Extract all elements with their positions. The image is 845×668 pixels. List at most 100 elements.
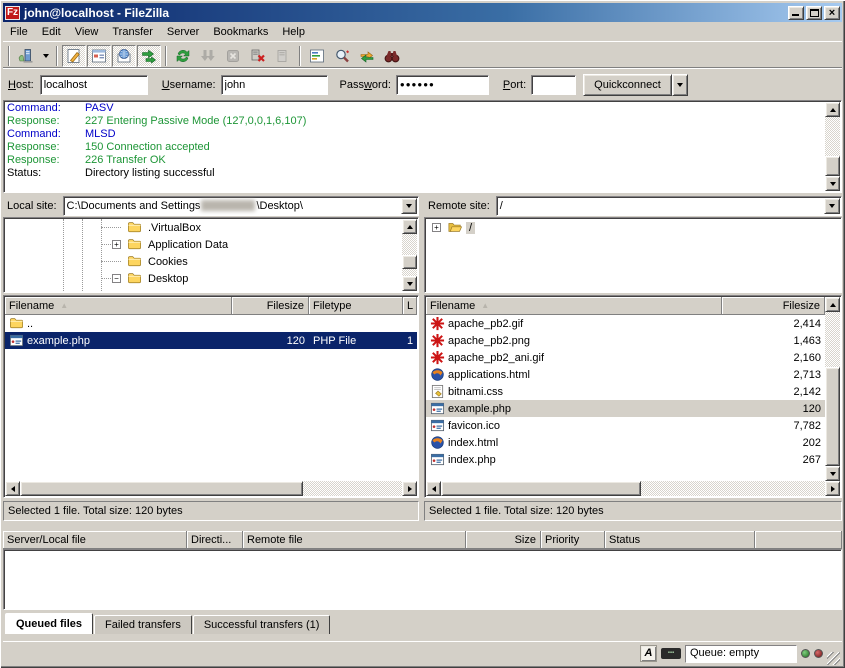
- expander-minus-icon[interactable]: −: [112, 274, 121, 283]
- toggle-local-tree-button[interactable]: [87, 45, 111, 67]
- scroll-up-button[interactable]: [825, 102, 840, 117]
- menu-item-transfer[interactable]: Transfer: [105, 24, 160, 40]
- scrollbar-thumb[interactable]: [20, 481, 303, 496]
- column-header-filesize[interactable]: Filesize: [722, 297, 825, 315]
- log-line-label: Response:: [7, 154, 85, 167]
- column-header-filename[interactable]: Filename▲: [426, 297, 722, 315]
- filename-text: apache_pb2_ani.gif: [448, 352, 544, 364]
- site-manager-dropdown[interactable]: [39, 45, 52, 67]
- scroll-right-button[interactable]: [825, 481, 840, 496]
- remote-site-combo[interactable]: /: [496, 196, 842, 216]
- toggle-queue-button[interactable]: [137, 45, 161, 67]
- local-site-combo-dropdown[interactable]: [401, 198, 417, 214]
- maximize-button[interactable]: [806, 6, 822, 20]
- toggle-message-log-button[interactable]: [62, 45, 86, 67]
- expander-plus-icon[interactable]: +: [432, 223, 441, 232]
- scroll-down-button[interactable]: [825, 466, 840, 481]
- refresh-button[interactable]: [171, 45, 195, 67]
- log-line-text: MLSD: [85, 128, 116, 140]
- tree-item--virtualbox[interactable]: .VirtualBox: [5, 219, 417, 236]
- quickconnect-dropdown[interactable]: [672, 74, 688, 96]
- host-input[interactable]: [40, 75, 148, 95]
- local-file-list: Filename▲ Filesize FiletypeL ..example.php…: [3, 295, 419, 498]
- local-hscrollbar[interactable]: [5, 481, 417, 496]
- file-row-bitnami-css[interactable]: bitnami.css2,142: [426, 383, 825, 400]
- scrollbar-thumb[interactable]: [402, 255, 417, 269]
- menu-item-edit[interactable]: Edit: [35, 24, 68, 40]
- column-header-filesize[interactable]: Filesize: [232, 297, 309, 315]
- file-row-favicon-ico[interactable]: favicon.ico7,782: [426, 417, 825, 434]
- directory-filters-button[interactable]: [305, 45, 329, 67]
- queue-column-size[interactable]: Size: [466, 531, 541, 549]
- transfer-type-icon[interactable]: A: [640, 645, 657, 662]
- queue-column-priority[interactable]: Priority: [541, 531, 605, 549]
- file-row--[interactable]: ..: [5, 315, 417, 332]
- menu-item-view[interactable]: View: [68, 24, 106, 40]
- queue-column-status[interactable]: Status: [605, 531, 755, 549]
- remote-hscrollbar[interactable]: [426, 481, 840, 496]
- close-icon: ×: [825, 7, 839, 19]
- port-input[interactable]: [531, 75, 576, 95]
- file-row-index-html[interactable]: index.html202: [426, 434, 825, 451]
- scroll-down-button[interactable]: [402, 276, 417, 291]
- scroll-left-button[interactable]: [426, 481, 441, 496]
- column-header-filetype[interactable]: Filetype: [309, 297, 403, 315]
- lock-icon[interactable]: ▪▪▪: [661, 648, 681, 659]
- tab-failed-transfers[interactable]: Failed transfers: [94, 615, 192, 634]
- local-tree-vscrollbar[interactable]: [402, 219, 417, 291]
- synchronized-browsing-button[interactable]: [355, 45, 379, 67]
- remote-status-text: Selected 1 file. Total size: 120 bytes: [429, 505, 604, 517]
- close-button[interactable]: ×: [824, 6, 840, 20]
- tab-queued-files[interactable]: Queued files: [5, 613, 93, 634]
- directory-comparison-button[interactable]: [330, 45, 354, 67]
- tree-item-desktop[interactable]: −Desktop: [5, 270, 417, 287]
- file-row-apache-pb2-ani-gif[interactable]: apache_pb2_ani.gif2,160: [426, 349, 825, 366]
- scrollbar-thumb[interactable]: [825, 156, 840, 176]
- minimize-button[interactable]: [788, 6, 804, 20]
- tree-item-application-data[interactable]: +Application Data: [5, 236, 417, 253]
- tab-successful-transfers-1-[interactable]: Successful transfers (1): [193, 615, 331, 634]
- process-queue-button[interactable]: [196, 45, 220, 67]
- expander-plus-icon[interactable]: +: [112, 240, 121, 249]
- file-row-apache-pb2-gif[interactable]: apache_pb2.gif2,414: [426, 315, 825, 332]
- menu-item-server[interactable]: Server: [160, 24, 206, 40]
- queue-column-remote-file[interactable]: Remote file: [243, 531, 466, 549]
- scroll-right-button[interactable]: [402, 481, 417, 496]
- scroll-up-button[interactable]: [402, 219, 417, 234]
- remote-vscrollbar[interactable]: [825, 297, 840, 481]
- menu-item-help[interactable]: Help: [275, 24, 312, 40]
- reconnect-button[interactable]: [271, 45, 295, 67]
- quickconnect-button[interactable]: Quickconnect: [583, 74, 672, 96]
- cancel-button[interactable]: [221, 45, 245, 67]
- site-manager-button[interactable]: [14, 45, 38, 67]
- column-header-filename[interactable]: Filename▲: [5, 297, 232, 315]
- queue-column-server-local-file[interactable]: Server/Local file: [3, 531, 187, 549]
- host-label: Host:: [8, 79, 34, 91]
- file-row-example-php[interactable]: example.php120PHP File1: [5, 332, 417, 349]
- queue-column-directi-[interactable]: Directi...: [187, 531, 243, 549]
- scroll-down-button[interactable]: [825, 176, 840, 191]
- remote-site-combo-dropdown[interactable]: [824, 198, 840, 214]
- file-row-apache-pb2-png[interactable]: apache_pb2.png1,463: [426, 332, 825, 349]
- scrollbar-thumb[interactable]: [441, 481, 641, 496]
- local-site-combo[interactable]: C:\Documents and Settings\Desktop\: [63, 196, 419, 216]
- file-row-example-php[interactable]: example.php120: [426, 400, 825, 417]
- resize-grip[interactable]: [827, 652, 840, 665]
- log-vscrollbar[interactable]: [825, 102, 840, 191]
- tree-item-root[interactable]: +/: [426, 219, 840, 236]
- scroll-left-button[interactable]: [5, 481, 20, 496]
- file-row-applications-html[interactable]: applications.html2,713: [426, 366, 825, 383]
- password-input[interactable]: [396, 75, 489, 95]
- menu-item-bookmarks[interactable]: Bookmarks: [206, 24, 275, 40]
- menu-item-file[interactable]: File: [3, 24, 35, 40]
- column-header-label: Filesize: [267, 300, 304, 312]
- column-header-l[interactable]: L: [403, 297, 417, 315]
- tree-item-cookies[interactable]: Cookies: [5, 253, 417, 270]
- scrollbar-thumb[interactable]: [825, 367, 840, 466]
- scroll-up-button[interactable]: [825, 297, 840, 312]
- find-files-button[interactable]: [380, 45, 404, 67]
- toggle-remote-tree-button[interactable]: [112, 45, 136, 67]
- disconnect-button[interactable]: [246, 45, 270, 67]
- username-input[interactable]: [221, 75, 328, 95]
- file-row-index-php[interactable]: index.php267: [426, 451, 825, 468]
